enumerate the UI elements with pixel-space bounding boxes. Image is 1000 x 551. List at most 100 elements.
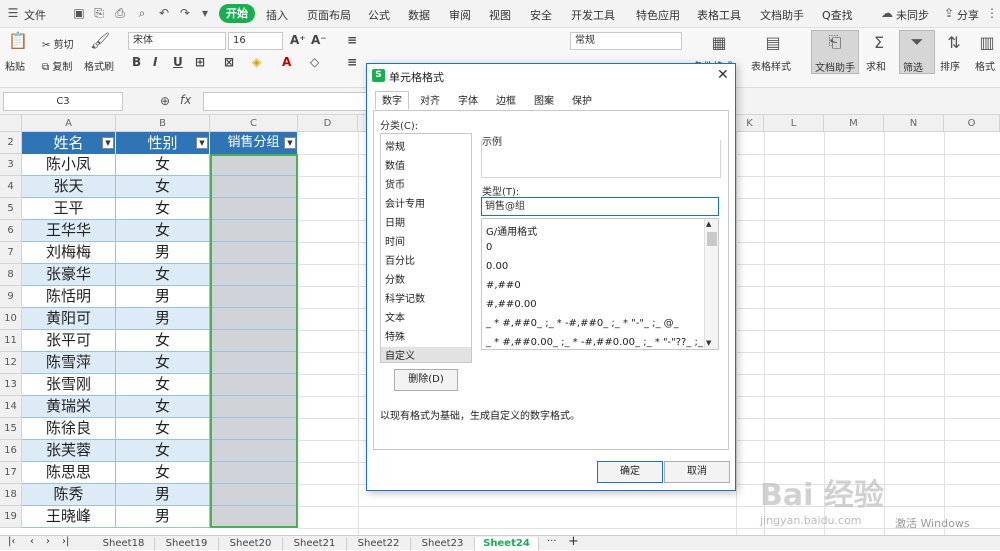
italic-icon[interactable]: I — [153, 55, 157, 69]
print-icon[interactable]: ⎙ — [113, 6, 127, 20]
align-top-icon[interactable]: ≡ — [347, 33, 357, 47]
format-item[interactable]: _ * #,##0.00_ ;_ * -#,##0.00_ ;_ * "-"??… — [486, 337, 718, 348]
category-item[interactable]: 货币 — [385, 176, 405, 191]
row-header[interactable]: 10 — [0, 308, 22, 330]
tab-insert[interactable]: 插入 — [266, 7, 288, 23]
category-item[interactable]: 会计专用 — [385, 195, 425, 210]
cell-gender[interactable]: 男 — [116, 484, 210, 506]
row-header[interactable]: 3 — [0, 154, 22, 176]
prev-sheet-icon[interactable]: ‹ — [30, 536, 34, 547]
sum-icon[interactable]: Σ — [870, 34, 888, 52]
scroll-up-icon[interactable]: ▲ — [706, 220, 711, 228]
row-header[interactable]: 15 — [0, 418, 22, 440]
tab-special[interactable]: 特色应用 — [636, 7, 680, 23]
tab-table-tools[interactable]: 表格工具 — [697, 7, 741, 23]
format-item[interactable]: 0.00 — [486, 261, 508, 272]
sheet-tab-22[interactable]: Sheet22 — [347, 537, 411, 551]
row-header[interactable]: 6 — [0, 220, 22, 242]
category-item[interactable]: 特殊 — [385, 328, 405, 343]
table-style-button[interactable]: 表格样式 — [751, 58, 791, 73]
cell-name[interactable]: 黄阳可 — [22, 308, 116, 330]
cell-name[interactable]: 王华华 — [22, 220, 116, 242]
format-list[interactable]: G/通用格式 0 0.00 #,##0 #,##0.00 _ * #,##0_ ;_ * … — [481, 218, 719, 350]
name-box[interactable]: C3 — [3, 92, 123, 111]
menu-icon[interactable]: ☰ — [6, 6, 20, 20]
cell-gender[interactable]: 女 — [116, 154, 210, 176]
tab-doc-helper[interactable]: 文档助手 — [760, 7, 804, 23]
sheet-tab-21[interactable]: Sheet21 — [283, 537, 347, 551]
sheet-tab-24[interactable]: Sheet24 — [475, 537, 539, 551]
filter-dropdown-icon[interactable]: ▼ — [284, 137, 296, 149]
cell-name[interactable]: 张豪华 — [22, 264, 116, 286]
scroll-down-icon[interactable]: ▼ — [706, 339, 711, 347]
cell-name[interactable]: 黄瑞栄 — [22, 396, 116, 418]
row-header[interactable]: 11 — [0, 330, 22, 352]
cell-name[interactable]: 陈思思 — [22, 462, 116, 484]
undo-icon[interactable]: ↶ — [157, 6, 171, 20]
tab-security[interactable]: 安全 — [530, 7, 552, 23]
cell-name[interactable]: 陈恬明 — [22, 286, 116, 308]
category-item[interactable]: 分数 — [385, 271, 405, 286]
cell-name[interactable]: 陈秀 — [22, 484, 116, 506]
table-style-icon[interactable]: ▤ — [764, 34, 782, 52]
dialog-titlebar[interactable]: S 单元格格式 ✕ — [367, 64, 735, 88]
select-all-corner[interactable] — [0, 115, 22, 132]
cell-gender[interactable]: 男 — [116, 286, 210, 308]
category-item[interactable]: 文本 — [385, 309, 405, 324]
format-painter-button[interactable]: 格式刷 — [84, 58, 114, 73]
cell-gender[interactable]: 女 — [116, 198, 210, 220]
category-item[interactable]: 数值 — [385, 157, 405, 172]
format-icon[interactable]: ▥ — [978, 34, 996, 52]
sync-status[interactable]: 未同步 — [896, 7, 929, 23]
formula-input[interactable] — [203, 92, 368, 111]
paste-icon[interactable]: 📋 — [8, 32, 28, 50]
format-button[interactable]: 格式 — [975, 58, 995, 73]
category-list[interactable]: 常规 数值 货币 会计专用 日期 时间 百分比 分数 科学记数 文本 特殊 自定义 — [380, 133, 472, 363]
next-sheet-icon[interactable]: › — [46, 536, 50, 547]
format-item[interactable]: 0 — [486, 242, 492, 253]
category-item[interactable]: 百分比 — [385, 252, 415, 267]
tab-protection[interactable]: 保护 — [565, 91, 599, 110]
column-header-a[interactable]: A — [22, 115, 116, 132]
cond-format-icon[interactable]: ▦ — [710, 34, 728, 52]
cell-gender[interactable]: 女 — [116, 264, 210, 286]
last-sheet-icon[interactable]: ›| — [62, 536, 69, 547]
cell-gender[interactable]: 女 — [116, 176, 210, 198]
cell-gender[interactable]: 男 — [116, 308, 210, 330]
redo-icon[interactable]: ↷ — [178, 6, 192, 20]
cut-button[interactable]: ✂ 剪切 — [42, 36, 74, 51]
filter-dropdown-icon[interactable]: ▼ — [196, 137, 208, 149]
cancel-button[interactable]: 取消 — [664, 461, 730, 483]
format-item[interactable]: #,##0.00 — [486, 299, 537, 310]
tab-border[interactable]: 边框 — [489, 91, 523, 110]
row-header[interactable]: 19 — [0, 506, 22, 528]
column-header-o[interactable]: O — [944, 115, 1000, 132]
cell-name[interactable]: 刘梅梅 — [22, 242, 116, 264]
column-header-c[interactable]: C — [210, 115, 298, 132]
row-header[interactable]: 8 — [0, 264, 22, 286]
cell-name[interactable]: 陈小凤 — [22, 154, 116, 176]
header-cell-name[interactable]: 姓名 ▼ — [22, 132, 116, 154]
sheet-tab-20[interactable]: Sheet20 — [219, 537, 283, 551]
header-cell-gender[interactable]: 性别 ▼ — [116, 132, 210, 154]
sheet-tab-23[interactable]: Sheet23 — [411, 537, 475, 551]
tab-start[interactable]: 开始 — [219, 4, 255, 23]
tab-pattern[interactable]: 图案 — [527, 91, 561, 110]
doc-helper-button[interactable]: ⎗ 文档助手 — [811, 30, 859, 74]
cell-name[interactable]: 王晓峰 — [22, 506, 116, 528]
format-list-scrollbar[interactable]: ▲ ▼ — [704, 219, 718, 349]
row-header[interactable]: 18 — [0, 484, 22, 506]
paste-button[interactable]: 粘贴 — [5, 58, 25, 73]
clear-icon[interactable]: ◇ — [310, 55, 319, 69]
filter-dropdown-icon[interactable]: ▼ — [102, 137, 114, 149]
row-header[interactable]: 13 — [0, 374, 22, 396]
category-item[interactable]: 科学记数 — [385, 290, 425, 305]
row-header[interactable]: 16 — [0, 440, 22, 462]
tab-data[interactable]: 数据 — [408, 7, 430, 23]
row-header[interactable]: 17 — [0, 462, 22, 484]
cell-name[interactable]: 王平 — [22, 198, 116, 220]
delete-button[interactable]: 删除(D) — [394, 369, 458, 391]
category-item[interactable]: 常规 — [385, 138, 405, 153]
header-cell-group[interactable]: 销售分组 ▼ — [210, 132, 298, 154]
sort-icon[interactable]: ⇅ — [945, 34, 963, 52]
